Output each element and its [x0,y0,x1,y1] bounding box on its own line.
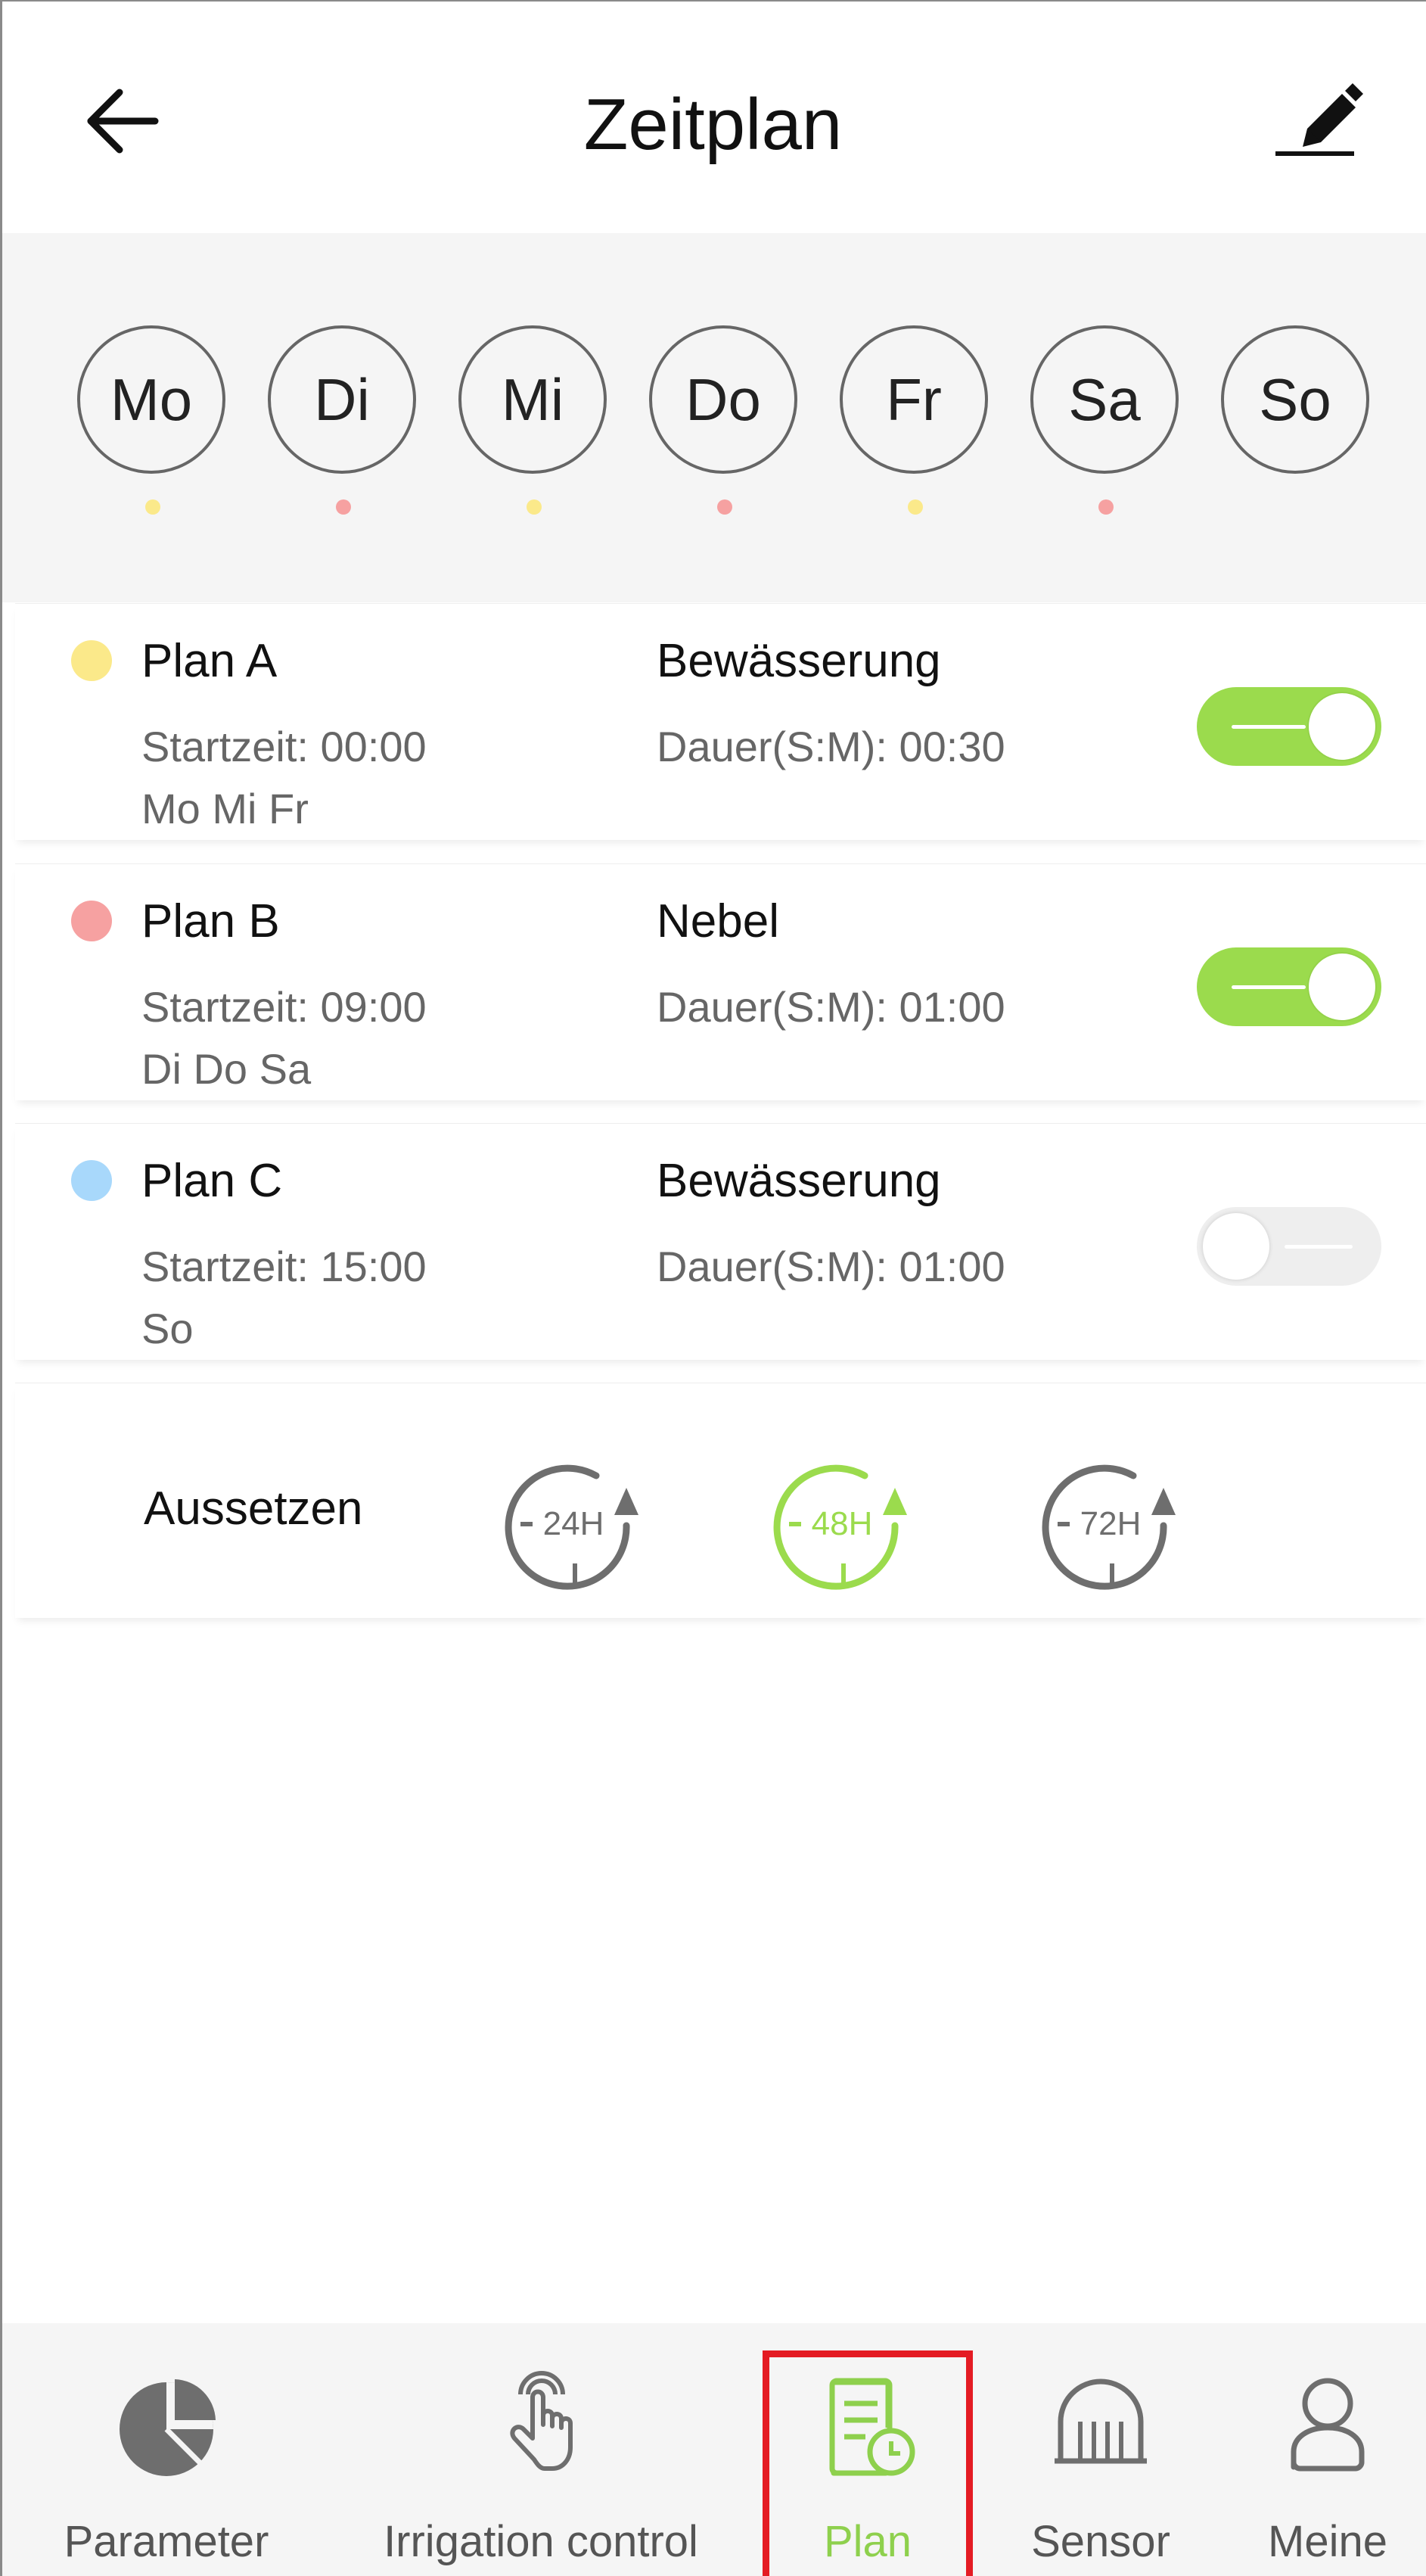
plan-item[interactable]: Plan B Startzeit: 09:00 Di Do Sa Nebel D… [15,863,1426,1100]
plan-color-dot [71,901,112,941]
plan-mode: Nebel [657,895,779,947]
plan-start-time: Startzeit: 09:00 [141,983,427,1031]
day-button-mi[interactable]: Mi [458,325,607,474]
active-tab-highlight [763,2350,973,2576]
plan-item[interactable]: Plan A Startzeit: 00:00 Mo Mi Fr Bewässe… [15,603,1426,840]
day-dot-mi [527,499,542,515]
bottom-nav: Parameter Irrigation control Plan Sensor… [0,2323,1426,2576]
plan-start-time: Startzeit: 00:00 [141,723,427,770]
plan-days: Mo Mi Fr [141,785,309,832]
pause-option-24h[interactable]: 24H [499,1450,651,1594]
day-button-mo[interactable]: Mo [77,325,225,474]
plan-mode: Bewässerung [657,1155,941,1207]
sensor-icon [1055,2378,1147,2464]
page-title: Zeitplan [583,84,843,165]
day-button-di[interactable]: Di [268,325,416,474]
toggle-track-line [1232,985,1306,989]
plan-name: Plan B [141,895,280,947]
plan-name: Plan C [141,1155,283,1207]
day-dot-fr [908,499,923,515]
edit-button[interactable] [1263,76,1369,166]
plan-color-dot [71,640,112,681]
plan-duration: Dauer(S:M): 00:30 [657,723,1005,770]
plan-toggle[interactable] [1197,687,1381,766]
day-dot-do [717,499,732,515]
user-icon [1291,2378,1365,2472]
day-dot-sa [1098,499,1114,515]
pause-option-48h[interactable]: 48H [768,1450,919,1594]
plan-days: Di Do Sa [141,1045,312,1093]
toggle-track-line [1285,1245,1353,1249]
pie-chart-icon [120,2379,216,2476]
toggle-knob [1309,954,1375,1020]
plan-toggle[interactable] [1197,947,1381,1026]
svg-text:24H: 24H [543,1505,604,1542]
pencil-icon [1275,83,1363,156]
toggle-knob [1203,1213,1269,1280]
nav-label: Meine [1268,2517,1387,2566]
day-button-sa[interactable]: Sa [1030,325,1179,474]
day-selector: Mo Di Mi Do Fr Sa So [0,233,1426,602]
nav-item-parameter[interactable]: Parameter [30,2323,303,2576]
nav-label: Irrigation control [384,2517,698,2566]
pause-label: Aussetzen [144,1482,363,1535]
cycle-arrow-icon: 72H [1042,1464,1176,1590]
plan-color-dot [71,1160,112,1201]
plan-item[interactable]: Plan C Startzeit: 15:00 So Bewässerung D… [15,1123,1426,1360]
plan-duration: Dauer(S:M): 01:00 [657,1243,1005,1290]
plan-days: So [141,1305,194,1352]
plan-duration: Dauer(S:M): 01:00 [657,983,1005,1031]
plan-start-time: Startzeit: 15:00 [141,1243,427,1290]
header: Zeitplan [0,0,1426,233]
hand-pointer-icon [510,2371,573,2471]
nav-item-sensor[interactable]: Sensor [999,2323,1203,2576]
day-dot-di [336,499,351,515]
day-dot-mo [145,499,160,515]
nav-label: Sensor [1031,2517,1170,2566]
toggle-track-line [1232,725,1306,729]
svg-text:72H: 72H [1080,1505,1142,1542]
day-button-fr[interactable]: Fr [840,325,988,474]
nav-item-irrigation-control[interactable]: Irrigation control [356,2323,726,2576]
plan-name: Plan A [141,635,278,687]
cycle-arrow-icon: 24H [505,1464,638,1590]
svg-text:48H: 48H [812,1505,873,1542]
plan-mode: Bewässerung [657,635,941,687]
toggle-knob [1309,693,1375,760]
day-button-do[interactable]: Do [649,325,797,474]
nav-item-meine[interactable]: Meine [1241,2323,1415,2576]
day-button-so[interactable]: So [1221,325,1369,474]
pause-option-72h[interactable]: 72H [1036,1450,1188,1594]
cycle-arrow-icon: 48H [773,1464,907,1590]
nav-label: Parameter [64,2517,269,2566]
pause-section: Aussetzen 24H 48H 72H [15,1383,1426,1618]
plan-toggle[interactable] [1197,1207,1381,1286]
